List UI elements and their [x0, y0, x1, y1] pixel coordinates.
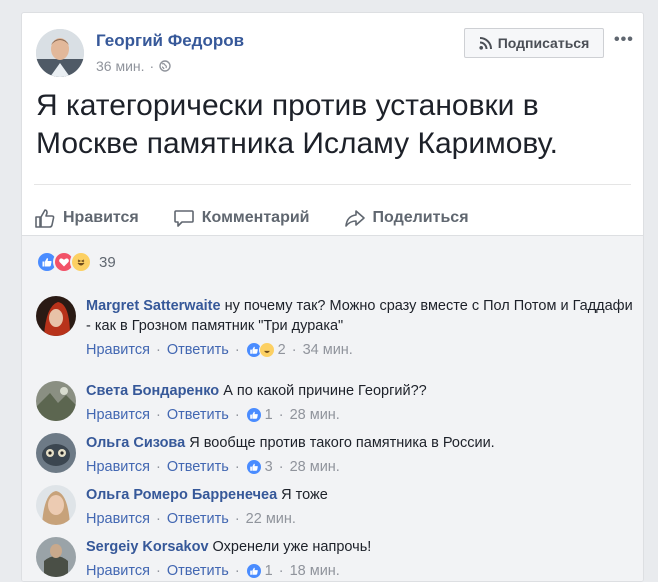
- comment-reactions[interactable]: 1: [245, 405, 273, 425]
- comment-text: Я вообще против такого памятника в Росси…: [189, 435, 495, 451]
- commenter-name[interactable]: Ольга Сизова: [86, 435, 185, 451]
- comment-reaction-count: 2: [277, 342, 286, 358]
- comment-time[interactable]: 18 мин.: [290, 561, 340, 581]
- comment-reactions[interactable]: 2: [245, 340, 286, 360]
- haha-icon: [258, 342, 275, 358]
- like-button[interactable]: Нравится: [34, 207, 139, 229]
- like-icon: [245, 563, 262, 579]
- like-label: Нравится: [63, 209, 139, 226]
- post-actions: Нравится Комментарий Поделиться: [34, 196, 503, 240]
- comment-like-link[interactable]: Нравится: [86, 405, 150, 425]
- more-options-button[interactable]: •••: [614, 31, 634, 49]
- globe-icon: [159, 60, 171, 72]
- comment-reactions[interactable]: 3: [245, 457, 273, 477]
- comment-text: А по какой причине Георгий??: [223, 383, 427, 399]
- commenter-name[interactable]: Sergeiy Korsakov: [86, 539, 209, 555]
- like-icon: [245, 459, 262, 475]
- rss-icon: [479, 36, 492, 50]
- comment-button[interactable]: Комментарий: [173, 207, 310, 229]
- comment-reply-link[interactable]: Ответить: [167, 509, 229, 529]
- commenter-avatar[interactable]: [36, 485, 76, 525]
- author-name[interactable]: Георгий Федоров: [96, 31, 244, 51]
- comment-time[interactable]: 28 мин.: [290, 405, 340, 425]
- comment-time[interactable]: 34 мин.: [303, 340, 353, 360]
- comment-like-link[interactable]: Нравится: [86, 340, 150, 360]
- share-button[interactable]: Поделиться: [344, 207, 469, 229]
- post-card: Георгий Федоров 36 мин. · Подписаться ••…: [21, 12, 644, 582]
- comment-text: Я тоже: [281, 487, 328, 503]
- comment-reply-link[interactable]: Ответить: [167, 405, 229, 425]
- comment-time[interactable]: 22 мин.: [246, 509, 296, 529]
- comment-label: Комментарий: [201, 209, 310, 226]
- comment-like-link[interactable]: Нравится: [86, 561, 150, 581]
- comment-reaction-count: 3: [264, 459, 273, 475]
- comment-reactions[interactable]: 1: [245, 561, 273, 581]
- commenter-name[interactable]: Света Бондаренко: [86, 383, 219, 399]
- subscribe-label: Подписаться: [497, 35, 590, 51]
- divider: [34, 184, 631, 185]
- comment-reply-link[interactable]: Ответить: [167, 561, 229, 581]
- reactions-summary[interactable]: 39: [36, 251, 116, 273]
- comment-like-link[interactable]: Нравится: [86, 457, 150, 477]
- thumbs-up-icon: [35, 209, 55, 228]
- meta-separator: ·: [149, 58, 155, 74]
- commenter-avatar[interactable]: [36, 433, 76, 473]
- comment-reply-link[interactable]: Ответить: [167, 457, 229, 477]
- comment-reaction-count: 1: [264, 407, 273, 423]
- comment-like-link[interactable]: Нравится: [86, 509, 150, 529]
- commenter-avatar[interactable]: [36, 537, 76, 577]
- comment-time[interactable]: 28 мин.: [290, 457, 340, 477]
- post-meta: 36 мин. ·: [96, 58, 171, 74]
- haha-icon: [70, 251, 92, 273]
- comments-section: 39 Margret Satterwaite ну почему так? Мо…: [22, 235, 643, 581]
- commenter-name[interactable]: Ольга Ромеро Барренечеа: [86, 487, 277, 503]
- comment-icon: [173, 210, 194, 227]
- post-text: Я категорически против установки в Москв…: [36, 89, 558, 160]
- commenter-avatar[interactable]: [36, 296, 76, 336]
- subscribe-button[interactable]: Подписаться: [464, 28, 604, 58]
- comment-reply-link[interactable]: Ответить: [167, 340, 229, 360]
- post-time[interactable]: 36 мин.: [96, 58, 145, 74]
- share-icon: [344, 210, 365, 227]
- commenter-avatar[interactable]: [36, 381, 76, 421]
- like-icon: [245, 407, 262, 423]
- commenter-name[interactable]: Margret Satterwaite: [86, 298, 221, 314]
- comment-text: Охренели уже напрочь!: [212, 539, 372, 555]
- share-label: Поделиться: [372, 209, 469, 226]
- author-avatar[interactable]: [36, 29, 84, 77]
- reactions-count: 39: [99, 253, 116, 271]
- comment-reaction-count: 1: [264, 563, 273, 579]
